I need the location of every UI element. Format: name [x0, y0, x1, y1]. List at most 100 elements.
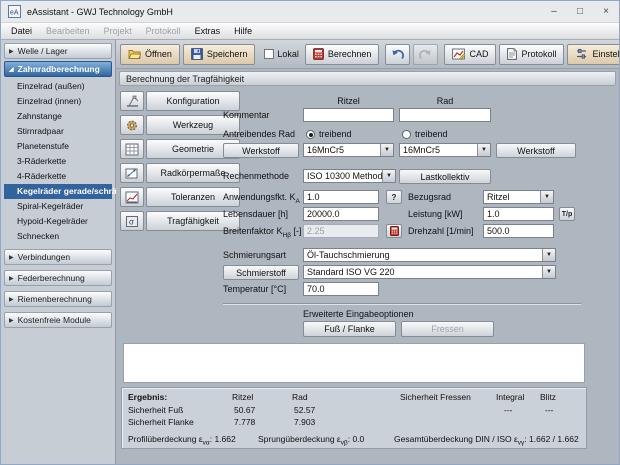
tragfaehigkeit-icon-button[interactable]: σ	[120, 211, 144, 231]
leistung-input[interactable]	[483, 207, 554, 221]
sidebar-item-kegelraeder-gerade-schraeg[interactable]: Kegelräder gerade/schräg	[4, 184, 122, 199]
sidebar-item-einzelrad-innen[interactable]: Einzelrad (innen)	[4, 94, 112, 109]
anwendungsfaktor-label: Anwendungsfkt. KA [-]	[223, 192, 310, 205]
collapsed-arrow-icon: ▶	[9, 48, 14, 55]
schmierungsart-select[interactable]: Öl-Tauchschmierung ▼	[303, 248, 556, 262]
undo-button[interactable]	[385, 43, 411, 65]
berechnen-button[interactable]: Berechnen	[304, 43, 380, 65]
radkoerpermasse-icon-button[interactable]	[120, 163, 144, 183]
results-col-blitz: Blitz	[540, 392, 557, 402]
collapsed-arrow-icon: ▶	[9, 296, 14, 303]
lebensdauer-input[interactable]	[303, 207, 379, 221]
menubar: Datei Bearbeiten Projekt Protokoll Extra…	[1, 23, 619, 40]
sidebar-section-federberechnung[interactable]: ▶ Federberechnung	[4, 270, 112, 286]
open-button[interactable]: Öffnen	[120, 43, 180, 65]
chevron-down-icon[interactable]: ▼	[380, 144, 393, 156]
leistung-label: Leistung [kW]	[408, 209, 463, 219]
sidebar-section-welle-lager[interactable]: ▶ Welle / Lager	[4, 43, 112, 59]
schmierungsart-label: Schmierungsart	[223, 250, 287, 260]
breitenfaktor-calc-button[interactable]	[386, 224, 402, 238]
nav-row-toleranzen: Toleranzen	[120, 187, 240, 207]
app-window: eA eAssistant - GWJ Technology GmbH – □ …	[0, 0, 620, 465]
werkstoff-rad-button[interactable]: Werkstoff	[496, 143, 576, 158]
nav-row-tragfaehigkeit: σ Tragfähigkeit	[120, 211, 240, 231]
menu-extras[interactable]: Extras	[188, 25, 228, 37]
calculator-icon	[313, 48, 324, 60]
drehzahl-input[interactable]	[483, 224, 554, 238]
toleranzen-icon-button[interactable]	[120, 187, 144, 207]
save-button[interactable]: Speichern	[182, 43, 256, 65]
chevron-down-icon[interactable]: ▼	[382, 170, 395, 182]
folder-open-icon	[128, 50, 141, 59]
collapsed-arrow-icon: ▶	[9, 275, 14, 282]
werkstoff-ritzel-button[interactable]: Werkstoff	[223, 143, 299, 158]
divider	[223, 303, 581, 305]
menu-bearbeiten: Bearbeiten	[46, 26, 90, 36]
kommentar-ritzel-input[interactable]	[303, 108, 394, 122]
protokoll-button[interactable]: Protokoll	[499, 43, 565, 65]
menu-datei[interactable]: Datei	[4, 25, 39, 37]
collapsed-arrow-icon: ▶	[9, 254, 14, 261]
chart-icon	[125, 191, 139, 203]
schmierstoff-button[interactable]: Schmierstoff	[223, 265, 299, 280]
werkzeug-icon-button[interactable]	[120, 115, 144, 135]
kommentar-rad-input[interactable]	[399, 108, 491, 122]
minimize-button[interactable]: –	[541, 1, 567, 22]
sidebar-item-hypoid-kegelraeder[interactable]: Hypoid-Kegelräder	[4, 214, 112, 229]
titlebar: eA eAssistant - GWJ Technology GmbH – □ …	[1, 1, 619, 23]
treibend-rad-radio[interactable]	[402, 129, 411, 139]
lastkollektiv-button[interactable]: Lastkollektiv	[399, 169, 491, 184]
kommentar-label: Kommentar	[223, 110, 270, 120]
svg-text:eA: eA	[10, 10, 19, 17]
sicherheit-fuss-label: Sicherheit Fuß	[128, 405, 184, 415]
sicherheit-fuss-blitz: ---	[545, 405, 554, 415]
temperatur-input[interactable]	[303, 282, 379, 296]
werkstoff-ritzel-select[interactable]: 16MnCr5 ▼	[303, 143, 394, 157]
menu-hilfe[interactable]: Hilfe	[227, 25, 259, 37]
nav-row-werkzeug: Werkzeug	[120, 115, 240, 135]
toolbar: Öffnen Speichern Lokal Berechnen CAD Pro…	[116, 40, 619, 69]
sidebar-section-verbindungen[interactable]: ▶ Verbindungen	[4, 249, 112, 265]
sicherheit-fuss-rad: 52.57	[294, 405, 316, 415]
results-col-ritzel: Ritzel	[232, 392, 254, 402]
close-button[interactable]: ×	[593, 1, 619, 22]
erweiterte-eingabeoptionen-label: Erweiterte Eingabeoptionen	[303, 309, 414, 319]
chevron-down-icon[interactable]: ▼	[542, 266, 555, 278]
sidebar-item-3-raederkette[interactable]: 3-Räderkette	[4, 154, 112, 169]
schmierstoff-select[interactable]: Standard ISO VG 220 ▼	[303, 265, 556, 279]
redo-button	[413, 43, 439, 65]
anwendungsfaktor-input[interactable]	[303, 190, 379, 204]
werkstoff-rad-select[interactable]: 16MnCr5 ▼	[399, 143, 491, 157]
sidebar-item-zahnstange[interactable]: Zahnstange	[4, 109, 112, 124]
fuss-flanke-button[interactable]: Fuß / Flanke	[303, 321, 396, 337]
chevron-down-icon[interactable]: ▼	[542, 249, 555, 261]
temperatur-label: Temperatur [°C]	[223, 284, 287, 294]
chevron-down-icon[interactable]: ▼	[540, 191, 553, 203]
anwendungsfaktor-help-button[interactable]: ?	[386, 190, 402, 204]
torque-power-toggle-button[interactable]: T/p	[559, 207, 575, 221]
bezugsrad-label: Bezugsrad	[408, 192, 452, 202]
sigma-box-icon: σ	[126, 215, 138, 227]
geometrie-icon-button[interactable]	[120, 139, 144, 159]
einstellungen-button[interactable]: Einstellungen	[567, 43, 619, 65]
konfiguration-icon-button[interactable]	[120, 91, 144, 111]
chevron-down-icon[interactable]: ▼	[477, 144, 490, 156]
lokal-checkbox[interactable]	[264, 49, 275, 59]
sidebar-item-4-raederkette[interactable]: 4-Räderkette	[4, 169, 112, 184]
maximize-button[interactable]: □	[567, 1, 593, 22]
sidebar-item-spiral-kegelraeder[interactable]: Spiral-Kegelräder	[4, 199, 112, 214]
rechenmethode-select[interactable]: ISO 10300 Methode B1 ▼	[303, 169, 396, 183]
menu-protokoll: Protokoll	[145, 26, 181, 36]
sidebar-item-planetenstufe[interactable]: Planetenstufe	[4, 139, 112, 154]
bezugsrad-select[interactable]: Ritzel ▼	[483, 190, 554, 204]
sicherheit-flanke-ritzel: 7.778	[234, 417, 256, 427]
redo-icon	[419, 49, 432, 59]
sidebar-item-schnecken[interactable]: Schnecken	[4, 229, 112, 244]
cad-button[interactable]: CAD	[444, 43, 497, 65]
sidebar-section-kostenfreie-module[interactable]: ▶ Kostenfreie Module	[4, 312, 112, 328]
sidebar-section-riemenberechnung[interactable]: ▶ Riemenberechnung	[4, 291, 112, 307]
sidebar-item-einzelrad-aussen[interactable]: Einzelrad (außen)	[4, 79, 112, 94]
sidebar-section-zahnradberechnung[interactable]: ◢ Zahnradberechnung	[4, 61, 112, 77]
treibend-ritzel-radio[interactable]	[306, 129, 315, 139]
sidebar-item-stirnradpaar[interactable]: Stirnradpaar	[4, 124, 112, 139]
